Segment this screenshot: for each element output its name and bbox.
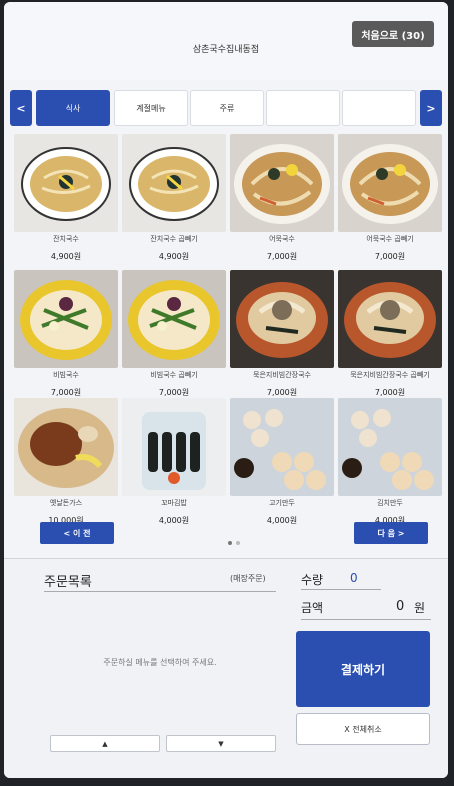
quantity-value: 0 <box>350 571 358 585</box>
divider <box>301 589 381 590</box>
menu-item[interactable]: 비빔국수 곱빼기 7,000원 <box>122 270 226 404</box>
menu-item-price: 7,000원 <box>50 388 82 397</box>
pork-cutlet-image <box>14 398 118 496</box>
menu-item-name: 옛날돈가스 <box>49 499 83 507</box>
menu-item[interactable]: 묵은지비빔간장국수 곱빼기 7,000원 <box>338 270 442 404</box>
bibim-noodle-image <box>14 270 118 368</box>
fishcake-noodle-image <box>230 134 334 232</box>
dumpling-image <box>338 398 442 496</box>
soy-noodle-image <box>338 270 442 368</box>
amount-label: 금액 <box>301 601 324 615</box>
kiosk-screen: 삼촌국수집내동점 처음으로 (30) < 식사 계절메뉴 주류 > 잔치국수 4… <box>4 2 448 778</box>
tab-next-button[interactable]: > <box>420 90 442 126</box>
menu-item-price: 7,000원 <box>374 252 406 261</box>
menu-item-price: 4,000원 <box>266 516 298 525</box>
menu-item-name: 잔치국수 <box>53 235 79 243</box>
tab-alcohol[interactable]: 주류 <box>190 90 264 126</box>
menu-item-name: 고기만두 <box>269 499 295 507</box>
order-type-label: (매장주문) <box>230 574 266 583</box>
menu-item-name: 어묵국수 곱빼기 <box>366 235 414 243</box>
fishcake-noodle-image <box>338 134 442 232</box>
tab-empty-1[interactable] <box>266 90 340 126</box>
page-dot-active <box>228 541 232 545</box>
next-page-button[interactable]: 다 음 > <box>354 522 428 544</box>
menu-item-price: 4,000원 <box>158 516 190 525</box>
menu-item-name: 김치만두 <box>377 499 403 507</box>
menu-item[interactable]: 고기만두 4,000원 <box>230 398 334 532</box>
menu-item[interactable]: 김치만두 4,000원 <box>338 398 442 532</box>
menu-item-price: 7,000원 <box>266 252 298 261</box>
tab-meal[interactable]: 식사 <box>36 90 110 126</box>
home-button[interactable]: 처음으로 (30) <box>352 21 434 47</box>
amount-value: 0 <box>396 599 405 614</box>
menu-item-price: 7,000원 <box>374 388 406 397</box>
tab-empty-2[interactable] <box>342 90 416 126</box>
menu-item-name: 잔치국수 곱빼기 <box>150 235 198 243</box>
page-indicator <box>226 530 242 549</box>
divider <box>44 591 276 592</box>
menu-item[interactable]: 비빔국수 7,000원 <box>14 270 118 404</box>
menu-item-price: 4,900원 <box>50 252 82 261</box>
menu-item[interactable]: 잔치국수 4,900원 <box>14 134 118 268</box>
noodle-soup-image <box>14 134 118 232</box>
menu-item-name: 비빔국수 <box>53 371 79 379</box>
tab-prev-button[interactable]: < <box>10 90 32 126</box>
prev-page-button[interactable]: < 이 전 <box>40 522 114 544</box>
amount-unit: 원 <box>414 601 426 615</box>
order-panel: 주문목록 (매장주문) 수량 0 금액 0 원 주문하실 메뉴를 선택하여 주세… <box>4 558 448 778</box>
soy-noodle-image <box>230 270 334 368</box>
order-list-title: 주문목록 <box>44 575 92 590</box>
kimbap-image <box>122 398 226 496</box>
quantity-label: 수량 <box>301 573 324 587</box>
page-dot <box>236 541 240 545</box>
header: 삼촌국수집내동점 처음으로 (30) <box>4 2 448 80</box>
menu-item[interactable]: 옛날돈가스 10,000원 <box>14 398 118 532</box>
pay-button[interactable]: 결제하기 <box>296 631 430 707</box>
scroll-up-button[interactable]: ▲ <box>50 735 160 752</box>
menu-item[interactable]: 묵은지비빔간장국수 7,000원 <box>230 270 334 404</box>
menu-item[interactable]: 잔치국수 곱빼기 4,900원 <box>122 134 226 268</box>
menu-item[interactable]: 꼬마김밥 4,000원 <box>122 398 226 532</box>
tab-seasonal[interactable]: 계절메뉴 <box>114 90 188 126</box>
divider <box>301 619 431 620</box>
menu-item-name: 묵은지비빔간장국수 곱빼기 <box>350 371 430 379</box>
dumpling-image <box>230 398 334 496</box>
category-tabs: < 식사 계절메뉴 주류 > <box>8 88 444 128</box>
menu-item-price: 4,900원 <box>158 252 190 261</box>
bibim-noodle-image <box>122 270 226 368</box>
menu-item-price: 7,000원 <box>158 388 190 397</box>
menu-item[interactable]: 어묵국수 곱빼기 7,000원 <box>338 134 442 268</box>
cancel-all-button[interactable]: X 전체취소 <box>296 713 430 745</box>
menu-item-price: 7,000원 <box>266 388 298 397</box>
menu-item-name: 비빔국수 곱빼기 <box>150 371 198 379</box>
noodle-soup-image <box>122 134 226 232</box>
empty-order-message: 주문하실 메뉴를 선택하여 주세요. <box>103 658 217 667</box>
menu-item-name: 묵은지비빔간장국수 <box>253 371 311 379</box>
menu-item-name: 꼬마김밥 <box>161 499 187 507</box>
scroll-down-button[interactable]: ▼ <box>166 735 276 752</box>
menu-item[interactable]: 어묵국수 7,000원 <box>230 134 334 268</box>
menu-item-name: 어묵국수 <box>269 235 295 243</box>
